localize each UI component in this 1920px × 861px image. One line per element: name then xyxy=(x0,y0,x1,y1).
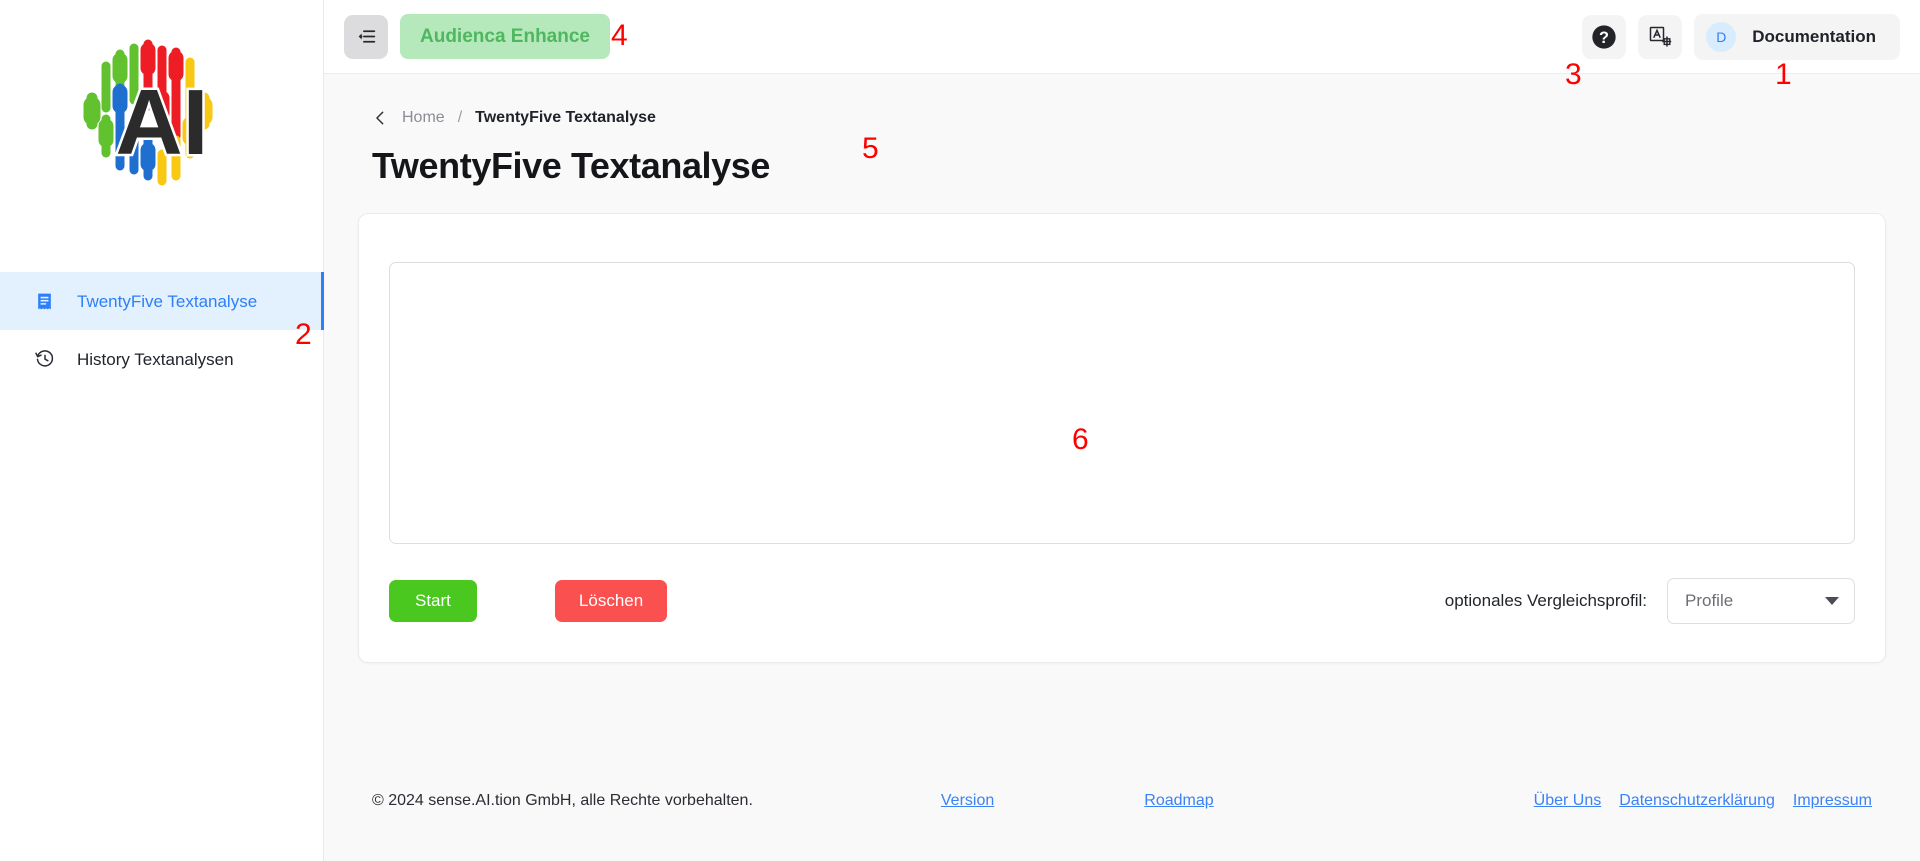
sidebar-nav: TwentyFive Textanalyse History Textanaly… xyxy=(0,272,324,388)
analysis-card: Start Löschen optionales Vergleichsprofi… xyxy=(358,213,1886,664)
document-list-icon xyxy=(34,291,55,312)
user-name: Documentation xyxy=(1752,26,1876,46)
start-button[interactable]: Start xyxy=(389,580,477,623)
sidebar-item-label: TwentyFive Textanalyse xyxy=(77,291,258,311)
svg-text:?: ? xyxy=(1599,28,1609,46)
breadcrumb: Home / TwentyFive Textanalyse xyxy=(350,74,1894,128)
sidebar-item-twentyfive-textanalyse[interactable]: TwentyFive Textanalyse xyxy=(0,272,324,330)
chevron-left-icon xyxy=(376,111,384,125)
breadcrumb-current: TwentyFive Textanalyse xyxy=(475,109,656,126)
profile-label: optionales Vergleichsprofil: xyxy=(1444,591,1647,611)
ai-logo-icon: AI xyxy=(83,39,212,186)
footer-link-roadmap[interactable]: Roadmap xyxy=(1144,792,1213,810)
footer-link-imprint[interactable]: Impressum xyxy=(1793,792,1872,810)
profile-select[interactable]: Profile xyxy=(1667,578,1855,625)
clear-button[interactable]: Löschen xyxy=(554,580,668,623)
footer-link-privacy[interactable]: Datenschutzerklärung xyxy=(1619,792,1775,810)
sidebar-item-history-textanalysen[interactable]: History Textanalysen xyxy=(0,330,323,388)
breadcrumb-home[interactable]: Home xyxy=(402,109,445,127)
content-area: Home / TwentyFive Textanalyse TwentyFive… xyxy=(324,74,1920,741)
footer-right-links: Über Uns Datenschutzerklärung Impressum xyxy=(1534,792,1872,810)
translate-icon xyxy=(1650,26,1672,46)
main-pane: Audienca Enhance ? D Documentation Home … xyxy=(324,0,1920,861)
topbar: Audienca Enhance ? D Documentation xyxy=(324,0,1920,74)
back-button[interactable] xyxy=(372,108,389,128)
breadcrumb-separator: / xyxy=(457,109,463,126)
caret-down-icon xyxy=(1825,597,1839,606)
help-button[interactable]: ? xyxy=(1582,14,1627,59)
sidebar: AI TwentyFive Textanalyse History Textan… xyxy=(0,0,324,861)
brand-label: Audienca Enhance xyxy=(420,25,590,47)
footer: © 2024 sense.AI.tion GmbH, alle Rechte v… xyxy=(324,741,1920,861)
footer-inner: © 2024 sense.AI.tion GmbH, alle Rechte v… xyxy=(350,792,1894,810)
sidebar-item-label: History Textanalysen xyxy=(77,349,234,369)
copyright-text: © 2024 sense.AI.tion GmbH, alle Rechte v… xyxy=(372,792,753,809)
footer-link-about[interactable]: Über Uns xyxy=(1534,792,1602,810)
page-title: TwentyFive Textanalyse xyxy=(372,145,771,186)
audienca-enhance-button[interactable]: Audienca Enhance xyxy=(400,14,610,59)
app-logo: AI xyxy=(0,0,323,272)
avatar: D xyxy=(1706,21,1737,52)
translate-button[interactable] xyxy=(1638,14,1683,59)
app-root: AI TwentyFive Textanalyse History Textan… xyxy=(0,0,1920,861)
user-menu[interactable]: D Documentation xyxy=(1694,13,1900,60)
action-row: Start Löschen optionales Vergleichsprofi… xyxy=(389,578,1855,625)
svg-text:AI: AI xyxy=(115,70,208,174)
sidebar-collapse-button[interactable] xyxy=(344,14,388,59)
text-input[interactable] xyxy=(389,262,1855,545)
footer-link-version[interactable]: Version xyxy=(941,792,994,810)
help-circle-icon: ? xyxy=(1592,24,1616,49)
profile-select-value: Profile xyxy=(1685,591,1734,611)
history-clock-icon xyxy=(34,349,55,370)
profile-selector-group: optionales Vergleichsprofil: Profile xyxy=(1444,578,1855,625)
